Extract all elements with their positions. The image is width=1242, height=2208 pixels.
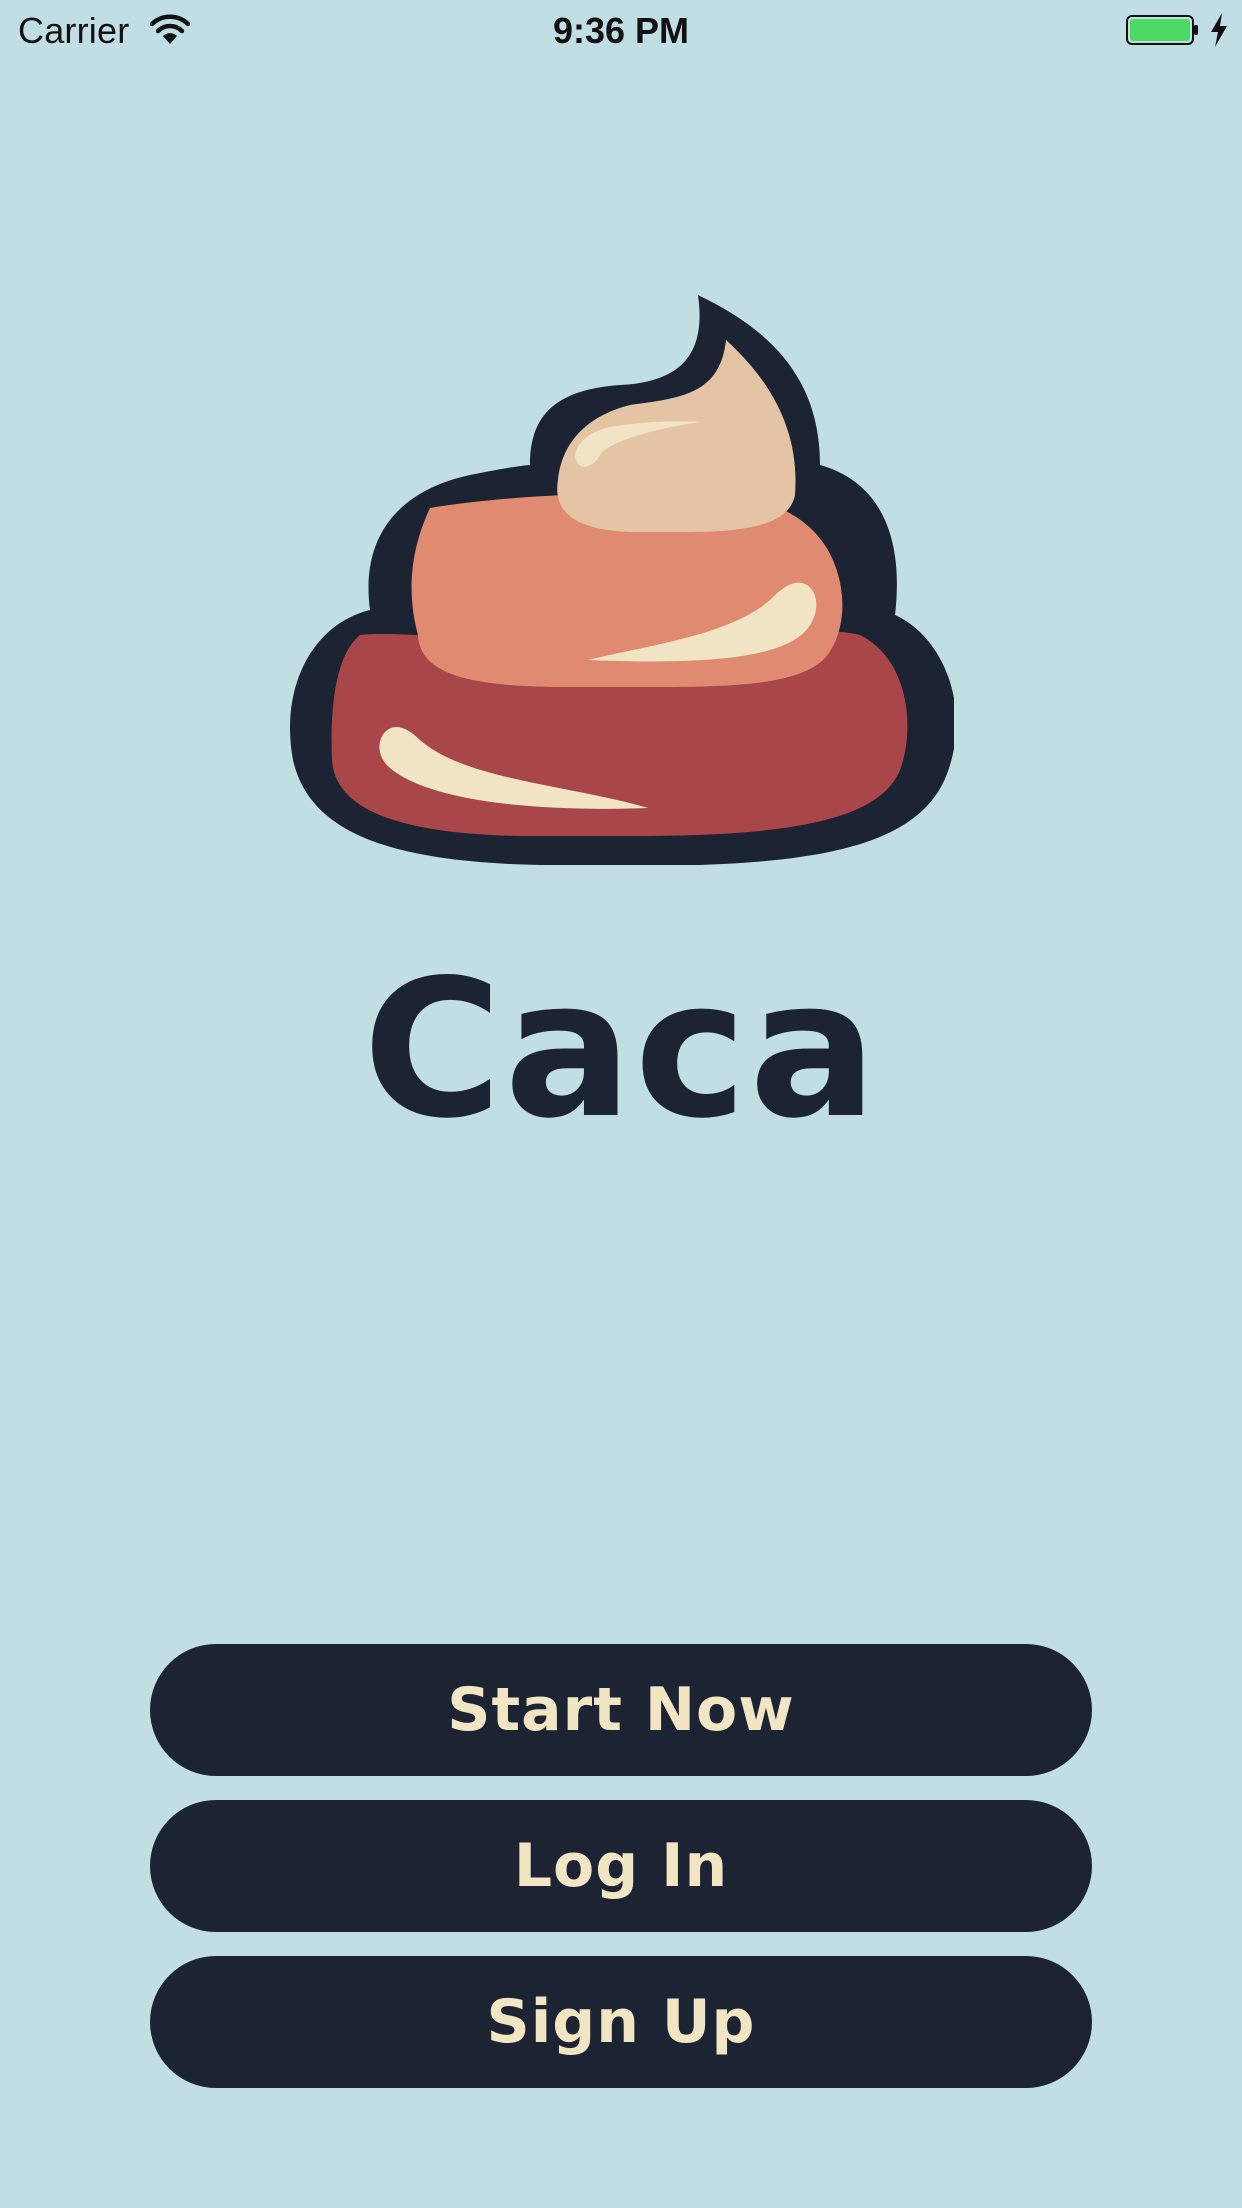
sign-up-button[interactable]: Sign Up: [150, 1956, 1092, 2088]
start-now-button[interactable]: Start Now: [150, 1644, 1092, 1776]
log-in-button[interactable]: Log In: [150, 1800, 1092, 1932]
welcome-screen: Carrier 9:36 PM Caca Start Now Log In Si…: [0, 0, 1242, 2208]
clock: 9:36 PM: [552, 10, 690, 51]
charging-icon: [1211, 13, 1227, 47]
poop-logo-icon: [290, 295, 954, 865]
app-title: Caca: [362, 939, 880, 1160]
battery-icon: [1126, 15, 1198, 45]
status-bar: Carrier 9:36 PM: [0, 0, 1242, 62]
